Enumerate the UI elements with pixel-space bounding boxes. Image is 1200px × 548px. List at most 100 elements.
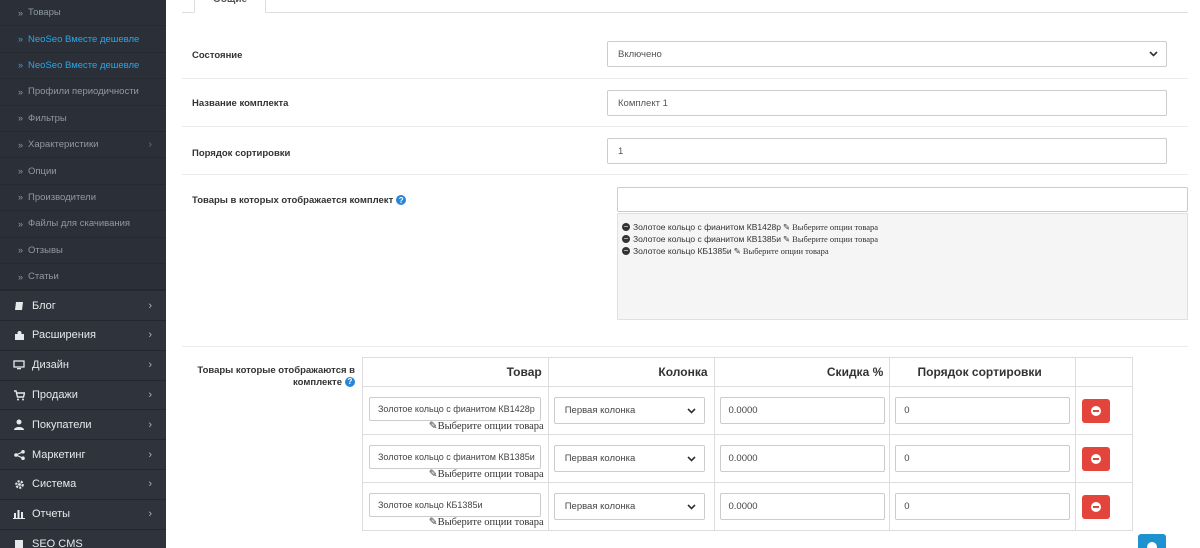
chevron-right-icon: › <box>148 418 152 431</box>
bundle-name-input[interactable]: Комплект 1 <box>607 90 1167 116</box>
sidebar-subitem-filters[interactable]: » Фильтры <box>0 106 166 132</box>
chevron-right-icon: › <box>148 448 152 461</box>
document-icon <box>12 539 26 548</box>
tab-general[interactable]: Общие <box>194 0 266 13</box>
minus-circle-icon <box>1091 502 1102 512</box>
user-icon <box>12 419 26 431</box>
table-row: Золотое кольцо с фианитом КВ1385и ✎Выбер… <box>362 434 1133 483</box>
sort-input[interactable]: 0 <box>895 493 1071 520</box>
sidebar-subitem-attributes[interactable]: » Характеристики › <box>0 132 166 159</box>
sidebar-item-system[interactable]: Система › <box>0 469 166 499</box>
product-cell: Золотое кольцо КБ1385и ✎Выберите опции т… <box>362 482 549 531</box>
column-select[interactable]: Первая колонка <box>553 397 705 424</box>
bundle-name-row: Название комплекта Комплект 1 <box>182 79 1188 127</box>
discount-input[interactable]: 0.0000 <box>719 397 885 424</box>
table-row: Золотое кольцо КБ1385и ✎Выберите опции т… <box>362 482 1133 531</box>
status-select[interactable]: Включено <box>607 41 1167 67</box>
header-sort: Порядок сортировки <box>889 357 1077 387</box>
share-icon <box>12 449 26 460</box>
sidebar-item-seo-cms[interactable]: SEO CMS <box>0 528 166 548</box>
column-cell: Первая колонка <box>547 482 715 531</box>
sort-input[interactable]: 0 <box>895 397 1071 424</box>
add-row-button[interactable] <box>1138 534 1166 548</box>
monitor-icon <box>12 360 26 370</box>
chevron-right-icon: › <box>148 389 152 402</box>
minus-circle-icon <box>1091 406 1102 416</box>
header-column: Колонка <box>547 357 715 387</box>
tab-bar: Общие <box>182 0 1188 13</box>
chevron-down-icon <box>687 503 696 510</box>
column-select[interactable]: Первая колонка <box>553 493 705 520</box>
pencil-icon[interactable]: ✎ <box>783 222 790 233</box>
minus-circle-icon[interactable]: − <box>622 223 630 231</box>
bar-chart-icon <box>12 509 26 520</box>
help-icon[interactable]: ? <box>396 195 407 206</box>
chevron-right-icon: › <box>148 329 152 342</box>
sidebar-subitem-downloads[interactable]: » Файлы для скачивания <box>0 211 166 238</box>
select-options-link[interactable]: ✎Выберите опции товара <box>429 420 544 432</box>
bundle-name-label: Название комплекта <box>192 98 289 109</box>
list-item: − Золотое кольцо с фианитом КВ1428р ✎ Выб… <box>622 221 879 233</box>
chevron-right-icon: › <box>148 508 152 521</box>
discount-cell: 0.0000 <box>713 434 891 483</box>
minus-circle-icon <box>1091 454 1102 464</box>
sort-order-row: Порядок сортировки 1 <box>182 127 1188 175</box>
sort-cell: 0 <box>889 482 1077 531</box>
minus-circle-icon[interactable]: − <box>622 235 630 243</box>
sidebar-item-sales[interactable]: Продажи › <box>0 379 166 410</box>
sidebar-item-blog[interactable]: Блог › <box>0 290 166 321</box>
sort-cell: 0 <box>889 434 1077 483</box>
action-cell <box>1075 386 1133 435</box>
sidebar: » Товары » NeoSeo Вместе дешевле » NeoSeo В… <box>0 0 166 548</box>
product-input[interactable]: Золотое кольцо с фианитом КВ1428р <box>369 397 541 421</box>
sidebar-subitem-neoseo-2[interactable]: » NeoSeo Вместе дешевле <box>0 53 166 80</box>
table-header-row: Товар Колонка Скидка % Порядок сортировк… <box>362 357 1133 387</box>
sidebar-subitem-products[interactable]: » Товары <box>0 0 166 27</box>
sidebar-subitem-reviews[interactable]: » Отзывы <box>0 238 166 264</box>
chevron-down-icon <box>1149 51 1158 57</box>
display-products-label: Товары в которых отображается комплект? <box>192 195 407 206</box>
pencil-icon: ✎ <box>428 421 438 432</box>
sidebar-subitem-recurring[interactable]: » Профили периодичности <box>0 79 166 106</box>
remove-row-button[interactable] <box>1082 447 1111 471</box>
sidebar-subitem-options[interactable]: » Опции <box>0 158 166 185</box>
product-autocomplete-input[interactable] <box>617 187 1188 212</box>
remove-row-button[interactable] <box>1082 399 1111 423</box>
chevron-down-icon <box>687 407 696 414</box>
discount-input[interactable]: 0.0000 <box>719 493 885 520</box>
column-cell: Первая колонка <box>547 386 715 435</box>
sidebar-item-extensions[interactable]: Расширения › <box>0 320 166 350</box>
sidebar-subitem-manufacturers[interactable]: » Производители <box>0 185 166 212</box>
select-options-link[interactable]: ✎Выберите опции товара <box>429 516 544 528</box>
status-label: Состояние <box>192 50 243 61</box>
chevron-right-icon: › <box>148 359 152 372</box>
header-discount: Скидка % <box>713 357 891 387</box>
product-input[interactable]: Золотое кольцо КБ1385и <box>369 493 541 517</box>
sidebar-item-marketing[interactable]: Маркетинг › <box>0 439 166 470</box>
bundle-products-label: Товары которые отображаются в комплекте? <box>197 365 355 388</box>
select-options-link[interactable]: ✎Выберите опции товара <box>429 468 544 480</box>
help-icon[interactable]: ? <box>345 377 355 388</box>
minus-circle-icon[interactable]: − <box>622 247 630 255</box>
pencil-icon[interactable]: ✎ <box>783 234 790 245</box>
discount-cell: 0.0000 <box>713 386 891 435</box>
sidebar-subitem-articles[interactable]: » Статьи <box>0 264 166 291</box>
product-input[interactable]: Золотое кольцо с фианитом КВ1385и <box>369 445 541 469</box>
book-icon <box>12 301 26 311</box>
list-item: − Золотое кольцо с фианитом КВ1385и ✎ Выб… <box>622 233 879 245</box>
sort-input[interactable]: 0 <box>895 445 1071 472</box>
pencil-icon[interactable]: ✎ <box>734 246 741 257</box>
chevron-right-icon: › <box>148 478 152 491</box>
sidebar-item-reports[interactable]: Отчеты › <box>0 498 166 529</box>
plus-circle-icon <box>1147 542 1157 548</box>
remove-row-button[interactable] <box>1082 495 1111 519</box>
pencil-icon: ✎ <box>428 469 438 480</box>
sidebar-item-design[interactable]: Дизайн › <box>0 349 166 380</box>
column-select[interactable]: Первая колонка <box>553 445 705 472</box>
sidebar-subitem-neoseo-1[interactable]: » NeoSeo Вместе дешевле <box>0 26 166 53</box>
sidebar-item-customers[interactable]: Покупатели › <box>0 409 166 440</box>
gear-icon <box>12 479 26 490</box>
pencil-icon: ✎ <box>428 517 438 528</box>
sort-order-input[interactable]: 1 <box>607 138 1167 164</box>
discount-input[interactable]: 0.0000 <box>719 445 885 472</box>
